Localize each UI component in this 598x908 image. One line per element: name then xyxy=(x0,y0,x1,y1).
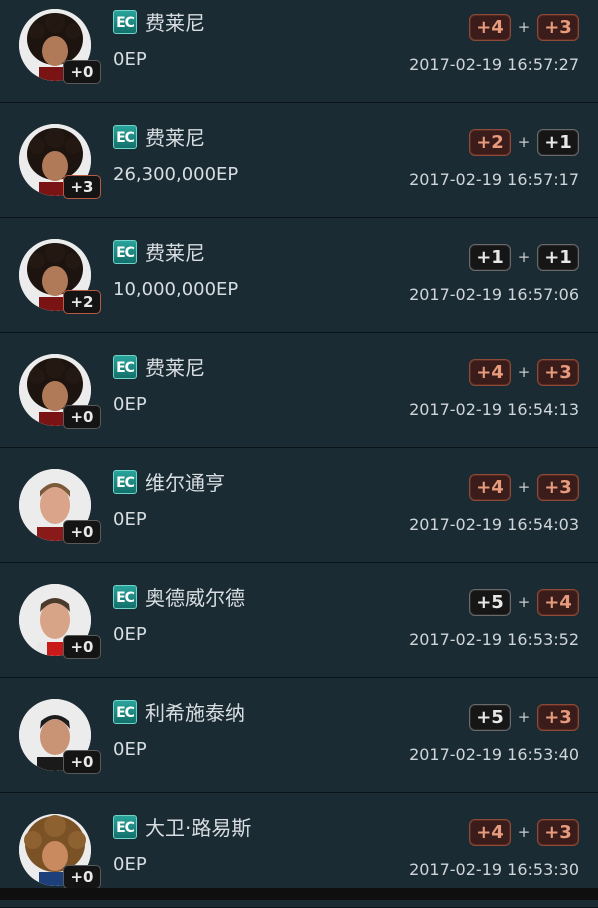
list-item[interactable]: +0 EC 费莱尼 0EP +4 + +3 2017-02-19 16:57:2… xyxy=(0,0,598,103)
ep-value: 26,300,000EP xyxy=(113,164,239,185)
timestamp: 2017-02-19 16:53:40 xyxy=(409,745,579,764)
level-badge: +0 xyxy=(63,520,101,544)
ec-icon: EC xyxy=(113,125,137,149)
list-item[interactable]: +3 EC 费莱尼 26,300,000EP +2 + +1 2017-02-1… xyxy=(0,103,598,218)
player-name: 维尔通亨 xyxy=(145,471,225,495)
list-item[interactable]: +0 EC 利希施泰纳 0EP +5 + +3 2017-02-19 16:53… xyxy=(0,678,598,793)
player-name: 费莱尼 xyxy=(145,241,205,265)
level-badge: +0 xyxy=(63,60,101,84)
ep-value: 0EP xyxy=(113,49,147,70)
ec-icon: EC xyxy=(113,585,137,609)
timestamp: 2017-02-19 16:57:06 xyxy=(409,285,579,304)
bonus-badge-2: +4 xyxy=(537,588,579,616)
ep-value: 0EP xyxy=(113,394,147,415)
ec-icon: EC xyxy=(113,700,137,724)
plus-sign: + xyxy=(517,133,531,151)
plus-sign: + xyxy=(517,823,531,841)
record-list[interactable]: +0 EC 费莱尼 0EP +4 + +3 2017-02-19 16:57:2… xyxy=(0,0,598,908)
bonus-badges: +1 + +1 xyxy=(469,243,579,271)
bonus-badges: +5 + +3 xyxy=(469,703,579,731)
timestamp: 2017-02-19 16:57:17 xyxy=(409,170,579,189)
plus-sign: + xyxy=(517,18,531,36)
bonus-badge-1: +5 xyxy=(469,588,511,616)
bonus-badges: +4 + +3 xyxy=(469,818,579,846)
list-item[interactable]: +2 EC 费莱尼 10,000,000EP +1 + +1 2017-02-1… xyxy=(0,218,598,333)
ep-value: 0EP xyxy=(113,624,147,645)
bonus-badge-2: +1 xyxy=(537,243,579,271)
timestamp: 2017-02-19 16:53:52 xyxy=(409,630,579,649)
ec-icon: EC xyxy=(113,815,137,839)
bonus-badge-1: +2 xyxy=(469,128,511,156)
plus-sign: + xyxy=(517,248,531,266)
player-name: 奥德威尔德 xyxy=(145,586,245,610)
list-item[interactable]: +0 EC 费莱尼 0EP +4 + +3 2017-02-19 16:54:1… xyxy=(0,333,598,448)
player-name: 费莱尼 xyxy=(145,126,205,150)
ec-icon: EC xyxy=(113,470,137,494)
ep-value: 0EP xyxy=(113,509,147,530)
bonus-badges: +5 + +4 xyxy=(469,588,579,616)
bonus-badge-1: +4 xyxy=(469,818,511,846)
timestamp: 2017-02-19 16:53:30 xyxy=(409,860,579,879)
plus-sign: + xyxy=(517,478,531,496)
ec-icon: EC xyxy=(113,355,137,379)
player-name: 费莱尼 xyxy=(145,356,205,380)
level-badge: +0 xyxy=(63,865,101,889)
ep-value: 0EP xyxy=(113,739,147,760)
bottom-bar xyxy=(0,888,598,900)
level-badge: +2 xyxy=(63,290,101,314)
player-name: 费莱尼 xyxy=(145,11,205,35)
plus-sign: + xyxy=(517,363,531,381)
bonus-badges: +4 + +3 xyxy=(469,13,579,41)
ep-value: 10,000,000EP xyxy=(113,279,239,300)
plus-sign: + xyxy=(517,593,531,611)
timestamp: 2017-02-19 16:54:13 xyxy=(409,400,579,419)
ec-icon: EC xyxy=(113,10,137,34)
player-name: 利希施泰纳 xyxy=(145,701,245,725)
ep-value: 0EP xyxy=(113,854,147,875)
player-name: 大卫·路易斯 xyxy=(145,816,252,840)
bonus-badge-2: +3 xyxy=(537,13,579,41)
bonus-badge-2: +3 xyxy=(537,473,579,501)
ec-icon: EC xyxy=(113,240,137,264)
bonus-badge-1: +4 xyxy=(469,358,511,386)
timestamp: 2017-02-19 16:57:27 xyxy=(409,55,579,74)
bonus-badge-1: +5 xyxy=(469,703,511,731)
level-badge: +0 xyxy=(63,635,101,659)
bonus-badge-2: +3 xyxy=(537,703,579,731)
level-badge: +0 xyxy=(63,750,101,774)
bonus-badge-2: +3 xyxy=(537,818,579,846)
bonus-badge-1: +1 xyxy=(469,243,511,271)
bonus-badges: +4 + +3 xyxy=(469,473,579,501)
bonus-badge-1: +4 xyxy=(469,13,511,41)
bonus-badge-2: +3 xyxy=(537,358,579,386)
list-item[interactable]: +0 EC 奥德威尔德 0EP +5 + +4 2017-02-19 16:53… xyxy=(0,563,598,678)
timestamp: 2017-02-19 16:54:03 xyxy=(409,515,579,534)
plus-sign: + xyxy=(517,708,531,726)
level-badge: +0 xyxy=(63,405,101,429)
level-badge: +3 xyxy=(63,175,101,199)
bonus-badge-2: +1 xyxy=(537,128,579,156)
bonus-badges: +4 + +3 xyxy=(469,358,579,386)
bonus-badges: +2 + +1 xyxy=(469,128,579,156)
bonus-badge-1: +4 xyxy=(469,473,511,501)
list-item[interactable]: +0 EC 维尔通亨 0EP +4 + +3 2017-02-19 16:54:… xyxy=(0,448,598,563)
